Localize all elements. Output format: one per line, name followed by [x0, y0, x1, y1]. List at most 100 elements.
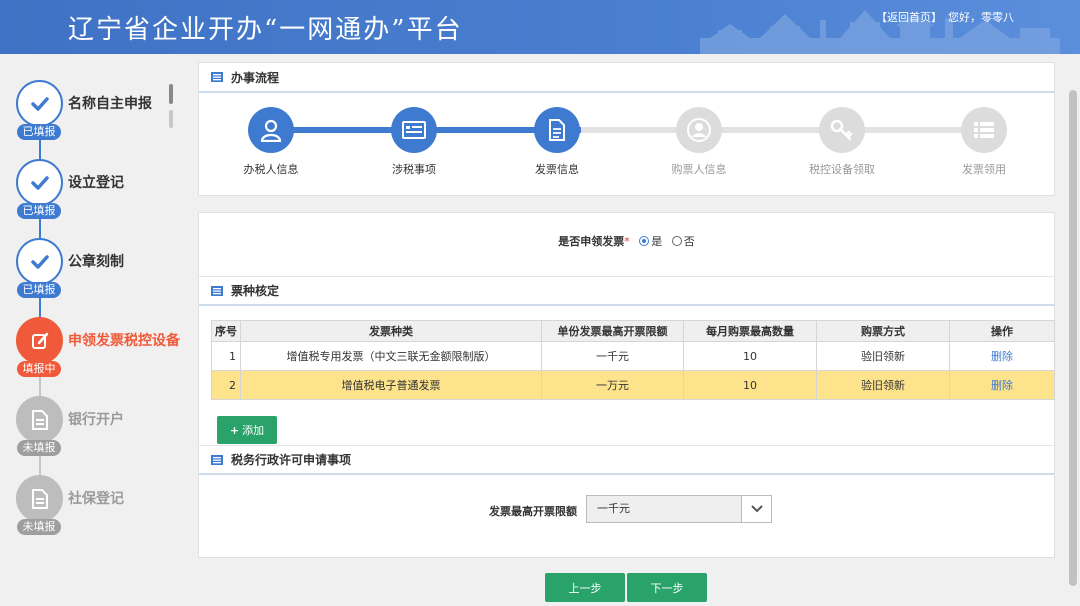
sidebar-step-name-declare[interactable]: 名称自主申报 已填报: [16, 80, 176, 160]
invoice-apply-radio-group: 是否申领发票* 是 否: [199, 233, 1054, 249]
cell-action: 删除: [949, 341, 1055, 371]
sidebar-step-label: 名称自主申报: [68, 96, 152, 112]
permit-section-header: 税务行政许可申请事项: [199, 445, 1054, 475]
sidebar-step-bank[interactable]: 银行开户 未填报: [16, 396, 176, 476]
process-step-buyer-info[interactable]: 购票人信息: [649, 107, 749, 177]
process-stepper: 办税人信息 涉税事项 发票信息 购票人信息 税控设备领取 发票领用: [199, 93, 1054, 193]
user-icon: [248, 107, 294, 153]
app-header: 辽宁省企业开办“一网通办”平台 【返回首页】 您好，零零八: [0, 0, 1080, 54]
required-mark: *: [624, 235, 630, 248]
cell-method: 验旧领新: [816, 341, 950, 371]
key-icon: [819, 107, 865, 153]
table-header-row: 序号 发票种类 单份发票最高开票限额 每月购票最高数量 购票方式 操作: [211, 320, 1055, 342]
cell-method: 验旧领新: [816, 370, 950, 400]
process-step-tax-items[interactable]: 涉税事项: [364, 107, 464, 177]
table-row[interactable]: 1 增值税专用发票（中文三联无金额限制版） 一千元 10 验旧领新 删除: [211, 341, 1055, 371]
prev-button[interactable]: 上一步: [545, 573, 625, 602]
process-step-device-pickup[interactable]: 税控设备领取: [792, 107, 892, 177]
process-step-label: 办税人信息: [243, 163, 299, 176]
sidebar-step-invoice-device[interactable]: 申领发票税控设备 填报中: [16, 317, 180, 397]
status-badge: 已填报: [17, 282, 61, 298]
permit-section-title: 税务行政许可申请事项: [231, 453, 352, 467]
user-greeting: 您好，零零八: [948, 11, 1014, 24]
process-step-invoice-info[interactable]: 发票信息: [507, 107, 607, 177]
ticket-section-header: 票种核定: [199, 276, 1054, 306]
column-header: 单份发票最高开票限额: [541, 320, 684, 342]
table-row[interactable]: 2 增值税电子普通发票 一万元 10 验旧领新 删除: [211, 370, 1055, 400]
sidebar-step-label: 公章刻制: [68, 254, 124, 270]
check-icon: [16, 238, 63, 285]
card-icon: [391, 107, 437, 153]
sidebar-step-label: 社保登记: [68, 491, 124, 507]
delete-link[interactable]: 删除: [991, 379, 1013, 392]
plus-icon: +: [229, 423, 240, 437]
sidebar-step-registration[interactable]: 设立登记 已填报: [16, 159, 176, 239]
cell-limit: 一万元: [541, 370, 684, 400]
sidebar-step-label: 银行开户: [68, 412, 124, 428]
add-button-label: 添加: [242, 424, 265, 437]
status-badge: 未填报: [17, 519, 61, 535]
status-badge: 未填报: [17, 440, 61, 456]
panel-list-icon: [211, 72, 223, 82]
process-step-label: 发票领用: [962, 163, 1006, 176]
radio-no-label[interactable]: 否: [684, 235, 695, 248]
radio-no[interactable]: [671, 236, 682, 246]
invoice-limit-select[interactable]: 一千元: [586, 495, 742, 523]
process-step-label: 购票人信息: [671, 163, 727, 176]
sidebar-scroll-handle[interactable]: [169, 84, 173, 104]
next-button[interactable]: 下一步: [627, 573, 707, 602]
document-icon: [16, 475, 63, 522]
sidebar-step-social-security[interactable]: 社保登记 未填报: [16, 475, 176, 555]
cell-no: 2: [211, 370, 241, 400]
progress-bar-todo: [581, 127, 961, 133]
cell-limit: 一千元: [541, 341, 684, 371]
cell-type: 增值税专用发票（中文三联无金额限制版）: [240, 341, 542, 371]
progress-sidebar: 名称自主申报 已填报 设立登记 已填报 公章刻制 已填报 申领发票税控设备 填报…: [0, 54, 186, 606]
check-icon: [16, 80, 63, 127]
invoice-limit-label: 发票最高开票限额: [489, 505, 577, 518]
status-badge: 已填报: [17, 124, 61, 140]
edit-icon: [16, 317, 63, 364]
cell-action: 删除: [949, 370, 1055, 400]
person-icon: [676, 107, 722, 153]
column-header: 发票种类: [240, 320, 542, 342]
radio-yes-label[interactable]: 是: [651, 235, 662, 248]
process-step-tax-person[interactable]: 办税人信息: [221, 107, 321, 177]
page-scrollbar-thumb[interactable]: [1069, 90, 1077, 586]
ticket-table: 序号 发票种类 单份发票最高开票限额 每月购票最高数量 购票方式 操作 1 增值…: [211, 320, 1055, 400]
invoice-apply-label: 是否申领发票: [558, 235, 625, 248]
ticket-section-title: 票种核定: [231, 284, 280, 298]
process-header: 办事流程: [199, 63, 1054, 93]
sidebar-step-label: 设立登记: [68, 175, 124, 191]
radio-yes[interactable]: [639, 236, 650, 246]
process-panel: 办事流程 办税人信息 涉税事项 发票信息 购票人信息 税控设备领取 发票领用: [198, 62, 1055, 196]
sidebar-scroll-track: [169, 110, 173, 128]
check-icon: [16, 159, 63, 206]
process-step-label: 税控设备领取: [809, 163, 875, 176]
add-button[interactable]: + 添加: [217, 416, 277, 444]
permit-section: 税务行政许可申请事项 发票最高开票限额 一千元: [199, 445, 1054, 545]
process-step-invoice-receive[interactable]: 发票领用: [934, 107, 1034, 177]
column-header: 操作: [949, 320, 1055, 342]
process-step-label: 涉税事项: [392, 163, 436, 176]
top-links: 【返回首页】 您好，零零八: [876, 9, 1014, 25]
status-badge: 已填报: [17, 203, 61, 219]
sidebar-step-label: 申领发票税控设备: [68, 333, 180, 349]
cell-qty: 10: [683, 341, 817, 371]
panel-list-icon: [211, 454, 223, 465]
chevron-down-icon[interactable]: [742, 495, 772, 523]
cell-no: 1: [211, 341, 241, 371]
column-header: 每月购票最高数量: [683, 320, 817, 342]
status-badge: 填报中: [17, 361, 61, 377]
form-panel: 是否申领发票* 是 否 票种核定 序号 发票种类 单份发票最高开票限额 每月购票…: [198, 212, 1055, 558]
sidebar-step-seal[interactable]: 公章刻制 已填报: [16, 238, 176, 318]
return-home-link[interactable]: 【返回首页】: [876, 11, 942, 24]
page-title: 辽宁省企业开办“一网通办”平台: [68, 15, 463, 45]
process-step-label: 发票信息: [535, 163, 579, 176]
delete-link[interactable]: 删除: [991, 350, 1013, 363]
cell-type: 增值税电子普通发票: [240, 370, 542, 400]
permit-field-row: 发票最高开票限额 一千元: [199, 475, 1054, 545]
process-title: 办事流程: [231, 70, 280, 85]
invoice-apply-row: 是否申领发票* 是 否: [199, 213, 1054, 276]
cell-qty: 10: [683, 370, 817, 400]
